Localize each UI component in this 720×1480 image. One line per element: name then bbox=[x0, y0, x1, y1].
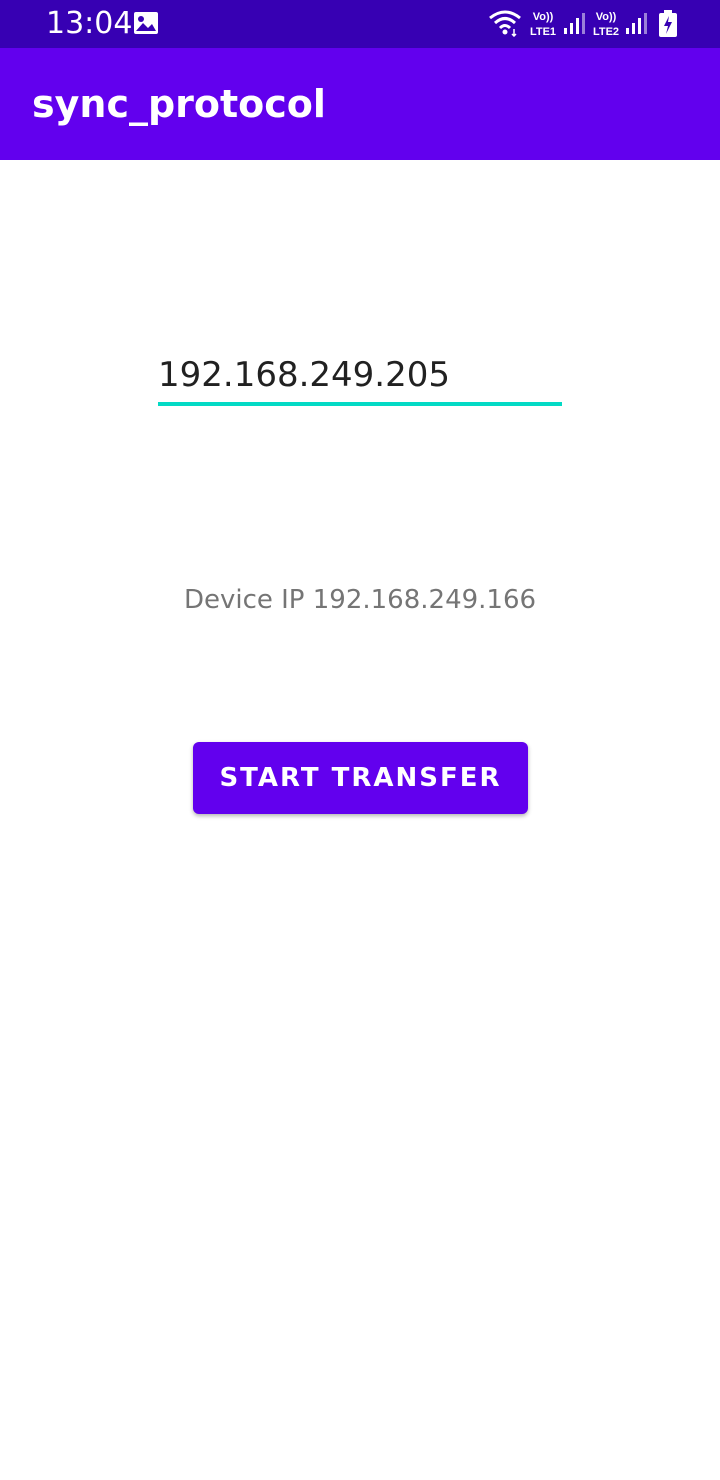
volte-label-1: Vo)) bbox=[533, 11, 554, 23]
wifi-icon bbox=[489, 10, 521, 37]
app-bar: sync_protocol bbox=[0, 48, 720, 160]
gallery-icon bbox=[134, 12, 158, 34]
lte2-label: LTE2 bbox=[593, 26, 619, 38]
signal-icon bbox=[626, 13, 647, 34]
status-bar: 13:04 Vo)) LTE1 Vo)) LTE2 bbox=[0, 0, 720, 48]
device-ip-label: Device IP 192.168.249.166 bbox=[183, 585, 537, 615]
volte-lte1-icon: Vo)) LTE1 bbox=[530, 11, 556, 38]
ip-address-input[interactable] bbox=[158, 348, 562, 406]
app-title: sync_protocol bbox=[32, 82, 326, 126]
lte1-label: LTE1 bbox=[530, 26, 556, 38]
battery-charging-icon bbox=[659, 10, 677, 37]
start-transfer-button[interactable]: START TRANSFER bbox=[193, 742, 528, 814]
signal-icon bbox=[564, 13, 585, 34]
volte-lte2-icon: Vo)) LTE2 bbox=[593, 11, 619, 38]
status-time: 13:04 bbox=[46, 6, 133, 41]
volte-label-2: Vo)) bbox=[596, 11, 617, 23]
